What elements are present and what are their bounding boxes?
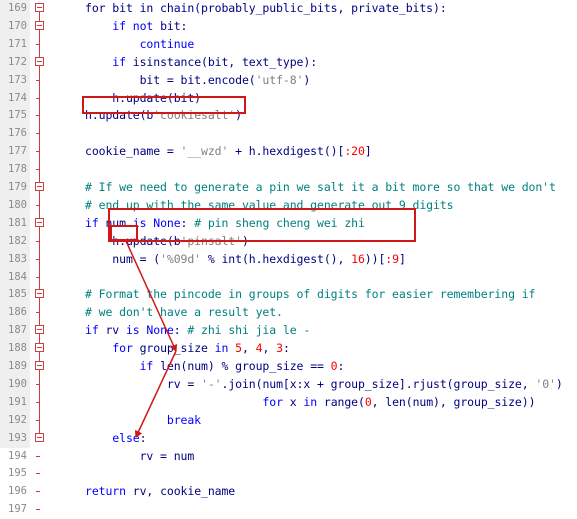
token-kw: return bbox=[85, 484, 126, 499]
code-line[interactable]: 195 bbox=[0, 465, 577, 483]
code-text: return rv, cookie_name bbox=[85, 483, 235, 501]
line-number: 196 bbox=[8, 485, 27, 498]
code-line[interactable]: 194 rv = num bbox=[0, 448, 577, 466]
code-text: rv = num bbox=[85, 448, 195, 466]
fold-tick bbox=[36, 473, 40, 475]
line-number: 194 bbox=[8, 449, 27, 462]
code-line[interactable]: 197 bbox=[0, 501, 577, 519]
arrow-rv-join-to-return bbox=[134, 350, 177, 438]
fold-tick bbox=[36, 491, 40, 493]
token-txt: rv = num bbox=[85, 448, 195, 463]
token-txt: rv, cookie_name bbox=[125, 484, 236, 499]
line-number: 197 bbox=[8, 503, 27, 516]
code-line[interactable]: 196 return rv, cookie_name bbox=[0, 483, 577, 501]
annotation-arrows bbox=[125, 240, 178, 438]
arrow-num-to-rv-join bbox=[125, 240, 178, 352]
line-number: 195 bbox=[8, 467, 27, 480]
code-editor[interactable]: 169 for bit in chain(probably_public_bits… bbox=[0, 0, 577, 515]
fold-tick bbox=[36, 455, 40, 457]
fold-tick bbox=[36, 509, 40, 511]
